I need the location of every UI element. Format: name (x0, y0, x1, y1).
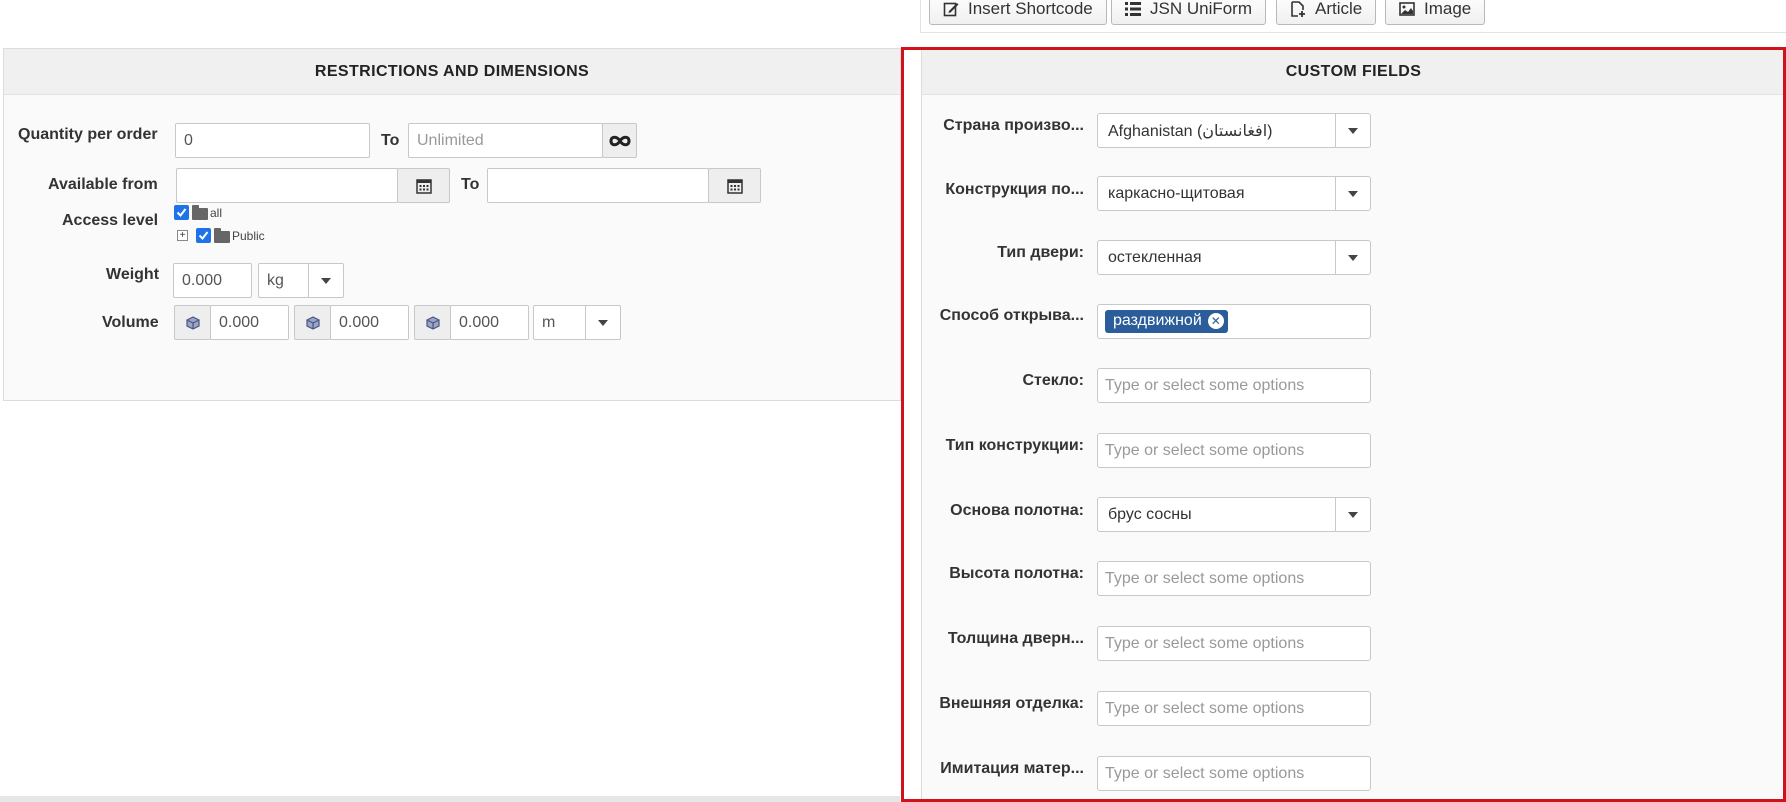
volume-label: Volume (102, 314, 159, 331)
leaf-base-value: брус сосны (1108, 505, 1192, 523)
calendar-to-button[interactable] (708, 168, 761, 203)
chevron-down-icon (1335, 241, 1370, 274)
access-all-checkbox[interactable] (174, 205, 189, 220)
chevron-down-icon (1335, 177, 1370, 210)
cf-label-leaf-base: Основа полотна: (950, 502, 1084, 519)
insert-shortcode-label: Insert Shortcode (968, 0, 1093, 18)
article-label: Article (1315, 0, 1363, 18)
volume-unit-select[interactable]: m (533, 305, 621, 340)
glass-multiselect[interactable]: Type or select some options (1097, 368, 1371, 403)
custom-fields-title: CUSTOM FIELDS (922, 49, 1785, 95)
list-icon (1125, 1, 1141, 16)
cf-label-glass: Стекло: (1022, 372, 1084, 389)
cf-label-leaf-height: Высота полотна: (949, 565, 1084, 582)
cf-label-opening: Способ открыва... (939, 307, 1084, 324)
article-button[interactable]: Article (1276, 0, 1377, 25)
chevron-down-icon (308, 264, 343, 297)
custom-fields-panel: CUSTOM FIELDS (921, 48, 1786, 802)
door-type-select[interactable]: остекленная (1097, 240, 1371, 275)
volume-unit-value: m (542, 313, 556, 331)
opening-tag-label: раздвижной (1113, 312, 1202, 329)
folder-icon (214, 228, 230, 243)
jsn-uniform-button[interactable]: JSN UniForm (1111, 0, 1267, 25)
available-to-label: To (461, 176, 480, 193)
construction-select[interactable]: каркасно-щитовая (1097, 176, 1371, 211)
calendar-icon (415, 178, 432, 194)
cube-icon (425, 315, 440, 330)
edit-icon (943, 2, 959, 16)
horizontal-scrollbar[interactable] (0, 796, 900, 802)
quantity-label: Quantity per order (18, 126, 158, 143)
file-add-icon (1291, 0, 1305, 17)
editor-toolbar: Insert Shortcode JSN UniForm Article Ima… (920, 0, 1786, 33)
opening-tag: раздвижной ✕ (1105, 310, 1228, 333)
leaf-height-multiselect[interactable]: Type or select some options (1097, 561, 1371, 596)
volume-length-input[interactable]: 0.000 (210, 305, 289, 340)
available-to-input[interactable] (487, 168, 709, 203)
calendar-icon (726, 178, 743, 194)
image-icon (1399, 1, 1415, 16)
leaf-base-select[interactable]: брус сосны (1097, 497, 1371, 532)
country-select[interactable]: Afghanistan (افغانستان) (1097, 113, 1371, 148)
construction-value: каркасно-щитовая (1108, 184, 1245, 202)
door-type-value: остекленная (1108, 248, 1202, 266)
quantity-from-input[interactable]: 0 (175, 123, 370, 158)
chevron-down-icon (585, 306, 620, 339)
volume-width-input[interactable]: 0.000 (330, 305, 409, 340)
available-from-input[interactable] (176, 168, 398, 203)
insert-shortcode-button[interactable]: Insert Shortcode (929, 0, 1107, 25)
access-public-checkbox[interactable] (196, 228, 211, 243)
volume-height-input[interactable]: 0.000 (450, 305, 529, 340)
access-public-label: Public (232, 229, 265, 243)
volume-height-addon (414, 305, 451, 340)
volume-width-addon (294, 305, 331, 340)
access-all-label: all (210, 206, 223, 220)
weight-unit-select[interactable]: kg (258, 263, 344, 298)
unlimited-button[interactable] (602, 123, 637, 158)
tree-expand-icon[interactable]: + (177, 230, 188, 241)
cf-label-country: Страна произво... (943, 117, 1084, 134)
cf-label-door-thickness: Толщина дверн... (947, 630, 1084, 647)
calendar-from-button[interactable] (397, 168, 450, 203)
weight-unit-value: kg (267, 271, 284, 289)
material-imitation-multiselect[interactable]: Type or select some options (1097, 756, 1371, 791)
jsn-uniform-label: JSN UniForm (1150, 0, 1253, 18)
access-level-label: Access level (62, 212, 159, 229)
cf-label-exterior-finish: Внешняя отделка: (939, 695, 1084, 712)
weight-input[interactable]: 0.000 (173, 263, 252, 298)
opening-multiselect[interactable]: раздвижной ✕ (1097, 304, 1371, 339)
image-button[interactable]: Image (1385, 0, 1486, 25)
weight-label: Weight (106, 266, 160, 283)
country-value: Afghanistan (افغانستان) (1108, 122, 1273, 140)
cf-label-material-imitation: Имитация матер... (940, 760, 1084, 777)
structure-type-multiselect[interactable]: Type or select some options (1097, 433, 1371, 468)
cf-label-door-type: Тип двери: (997, 244, 1084, 261)
door-thickness-multiselect[interactable]: Type or select some options (1097, 626, 1371, 661)
restrictions-title: RESTRICTIONS AND DIMENSIONS (4, 49, 900, 95)
cf-label-structure-type: Тип конструкции: (945, 437, 1084, 454)
infinity-icon (608, 135, 631, 146)
image-label: Image (1424, 0, 1472, 18)
quantity-to-label: To (381, 132, 400, 149)
chevron-down-icon (1335, 114, 1370, 147)
chevron-down-icon (1335, 498, 1370, 531)
cube-icon (185, 315, 200, 330)
volume-length-addon (174, 305, 211, 340)
exterior-finish-multiselect[interactable]: Type or select some options (1097, 691, 1371, 726)
available-from-label: Available from (48, 176, 158, 193)
folder-icon (192, 205, 208, 220)
check-icon (176, 208, 187, 218)
quantity-to-input[interactable]: Unlimited (408, 123, 603, 158)
check-icon (198, 231, 209, 241)
cube-icon (305, 315, 320, 330)
close-icon[interactable]: ✕ (1207, 313, 1224, 329)
cf-label-construction: Конструкция по... (945, 181, 1084, 198)
